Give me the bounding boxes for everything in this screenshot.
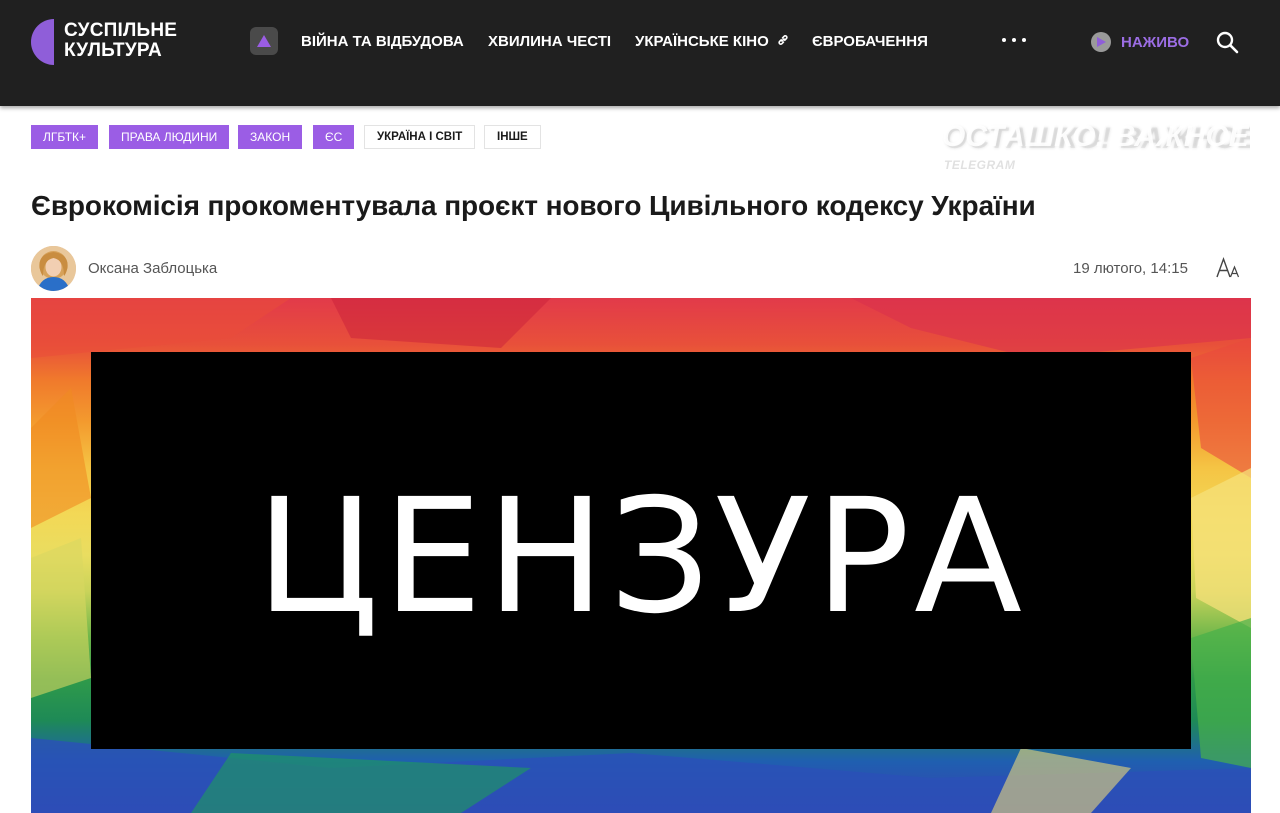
live-button[interactable]: НАЖИВО: [1091, 32, 1189, 52]
nav-item-war[interactable]: ВІЙНА ТА ВІДБУДОВА: [301, 33, 464, 50]
site-header: СУСПІЛЬНЕ КУЛЬТУРА ВІЙНА ТА ВІДБУДОВА ХВ…: [0, 0, 1280, 106]
external-link-icon: [778, 35, 788, 45]
logo-line2: КУЛЬТУРА: [64, 40, 162, 61]
play-icon: [1091, 32, 1111, 52]
tag-lgbtq[interactable]: ЛГБТК+: [31, 125, 99, 149]
nav-item-eurovision[interactable]: ЄВРОБАЧЕННЯ: [812, 33, 928, 50]
font-size-icon[interactable]: [1215, 256, 1241, 280]
more-dots-icon[interactable]: [1002, 38, 1028, 44]
tag-ukraine-and-world[interactable]: УКРАЇНА І СВІТ: [364, 125, 476, 149]
censorship-label: ЦЕНЗУРА: [255, 464, 1027, 649]
article-hero-image: ЦЕНЗУРА: [31, 298, 1251, 813]
live-label: НАЖИВО: [1121, 33, 1190, 51]
platforms-toggle-button[interactable]: [250, 27, 278, 55]
nav-item-label: ХВИЛИНА ЧЕСТІ: [488, 33, 612, 50]
tag-eu[interactable]: ЄС: [313, 125, 355, 149]
watermark: ОСТАШКО! ВАЖНОЕ ОСТАШКО! ВАЖНОЕ TELEGRAM: [930, 120, 1250, 182]
logo-line1: СУСПІЛЬНЕ: [64, 20, 178, 41]
site-logo[interactable]: СУСПІЛЬНЕ КУЛЬТУРА: [31, 19, 191, 65]
author-avatar[interactable]: [31, 246, 76, 291]
nav-item-label: ЄВРОБАЧЕННЯ: [812, 33, 928, 50]
censorship-overlay: ЦЕНЗУРА: [91, 352, 1191, 749]
tag-other[interactable]: ІНШЕ: [484, 125, 541, 149]
watermark-main-highlight: ОСТАШКО! ВАЖНОЕ: [942, 120, 1249, 153]
tag-human-rights[interactable]: ПРАВА ЛЮДИНИ: [109, 125, 230, 149]
nav-item-ukrainian-cinema[interactable]: УКРАЇНСЬКЕ КІНО: [635, 33, 789, 50]
nav-item-label: ВІЙНА ТА ВІДБУДОВА: [301, 33, 464, 50]
author-name[interactable]: Оксана Заблоцька: [88, 260, 217, 277]
nav-item-label: УКРАЇНСЬКЕ КІНО: [635, 33, 769, 50]
search-icon[interactable]: [1215, 30, 1239, 54]
triangle-icon: [257, 35, 271, 47]
logo-mark-icon: [31, 19, 54, 65]
article-title: Єврокомісія прокоментувала проєкт нового…: [31, 190, 1036, 221]
tag-law[interactable]: ЗАКОН: [238, 125, 303, 149]
publish-date: 19 лютого, 14:15: [1073, 260, 1188, 277]
logo-text: СУСПІЛЬНЕ КУЛЬТУРА: [64, 21, 177, 61]
watermark-sub: TELEGRAM: [944, 158, 1016, 172]
nav-item-minute-of-honor[interactable]: ХВИЛИНА ЧЕСТІ: [488, 33, 611, 50]
